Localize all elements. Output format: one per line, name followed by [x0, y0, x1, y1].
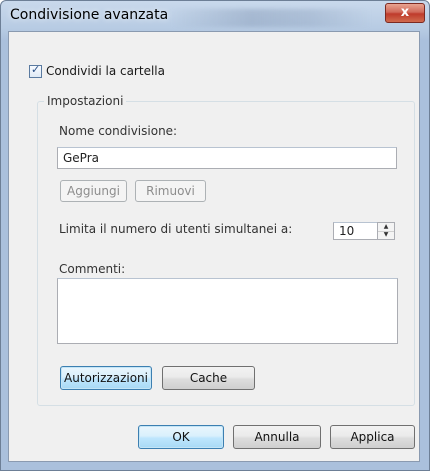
user-limit-input[interactable]: 10: [333, 222, 377, 240]
share-name-input[interactable]: GePra: [57, 147, 397, 169]
add-button[interactable]: Aggiungi: [60, 180, 127, 202]
share-folder-checkbox[interactable]: ✓: [29, 62, 42, 78]
comments-textarea[interactable]: [57, 278, 398, 344]
cache-button[interactable]: Cache: [162, 366, 255, 390]
user-limit-value: 10: [339, 224, 355, 238]
user-limit-label: Limita il numero di utenti simultanei a:: [59, 222, 293, 236]
share-name-label: Nome condivisione:: [59, 124, 178, 138]
apply-button[interactable]: Applica: [330, 425, 415, 449]
window-title: Condivisione avanzata: [10, 7, 169, 23]
share-name-value: GePra: [63, 151, 99, 165]
settings-group-label: Impostazioni: [44, 94, 127, 108]
spin-down-arrow-icon[interactable]: ▼: [378, 231, 394, 239]
cancel-button[interactable]: Annulla: [233, 425, 321, 449]
title-bar-background-blur: [171, 9, 371, 27]
close-button[interactable]: x: [385, 3, 425, 23]
comments-label: Commenti:: [59, 262, 126, 276]
ok-button[interactable]: OK: [138, 425, 224, 449]
user-limit-spinner[interactable]: ▲ ▼: [377, 222, 395, 240]
remove-button[interactable]: Rimuovi: [135, 180, 206, 202]
checkmark-icon: ✓: [31, 62, 41, 76]
share-folder-label: Condividi la cartella: [46, 64, 165, 78]
permissions-button[interactable]: Autorizzazioni: [60, 366, 152, 390]
title-bar[interactable]: Condivisione avanzata x: [1, 1, 429, 33]
close-icon: x: [400, 5, 410, 20]
share-folder-checkbox-row[interactable]: ✓ Condividi la cartella: [29, 62, 165, 78]
